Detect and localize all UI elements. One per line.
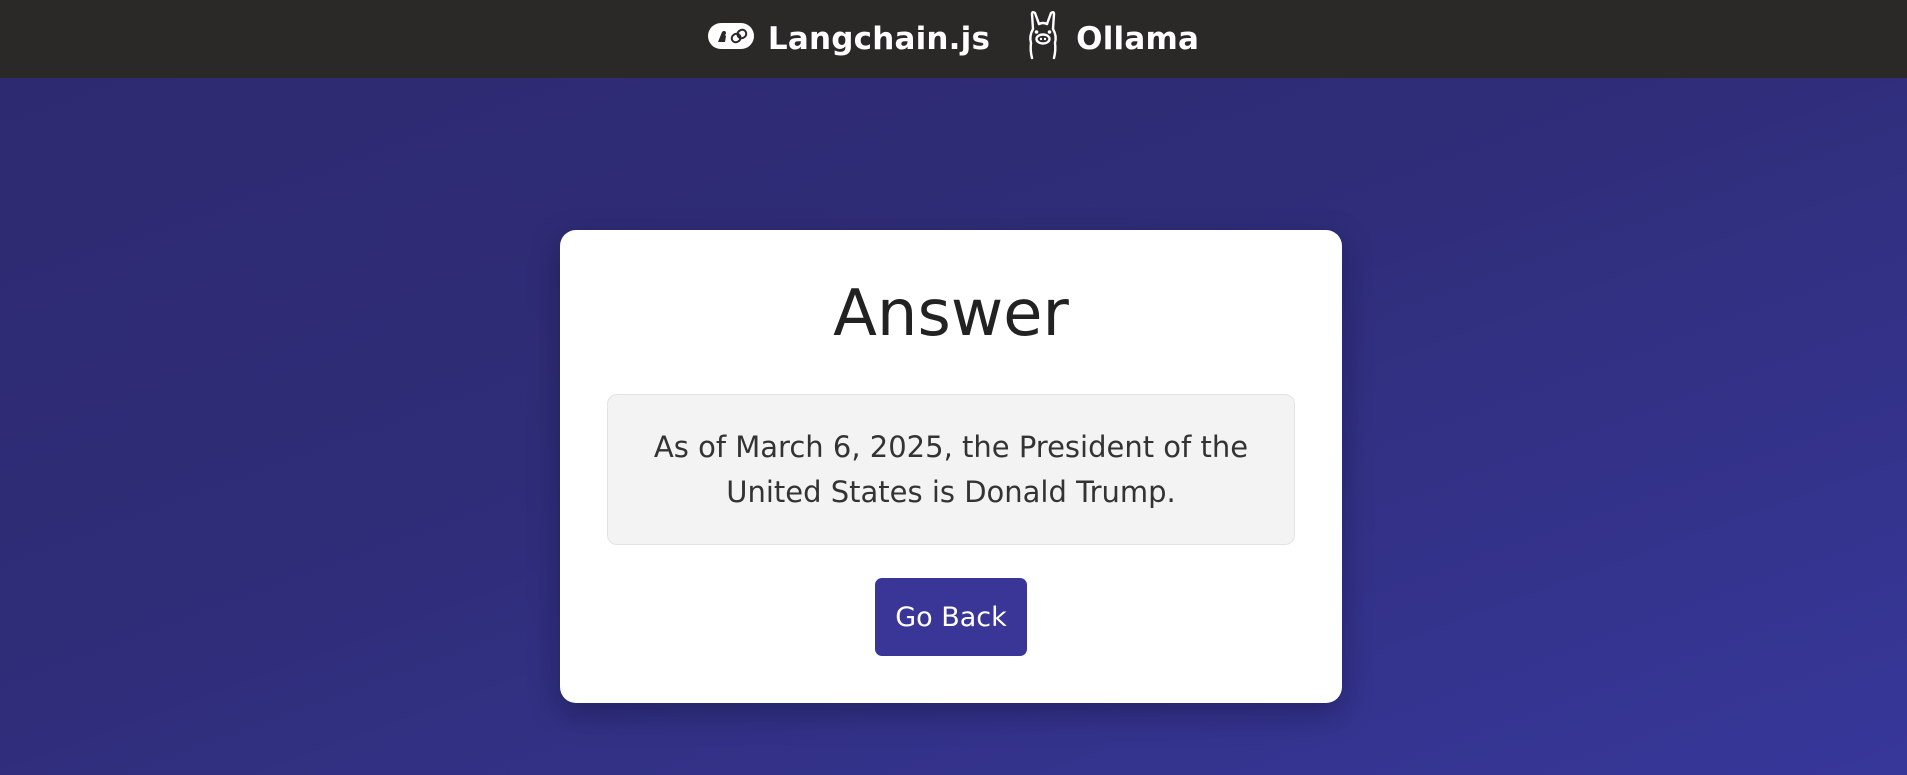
brand-ollama: Ollama [1024,10,1199,68]
page-title: Answer [833,277,1069,351]
answer-text: As of March 6, 2025, the President of th… [653,429,1249,509]
go-back-button[interactable]: Go Back [875,578,1027,656]
answer-card: Answer As of March 6, 2025, the Presiden… [560,230,1342,703]
brand-langchain-label: Langchain.js [767,21,991,57]
llama-icon [1024,10,1062,68]
answer-box: As of March 6, 2025, the President of th… [607,394,1295,545]
brand-ollama-label: Ollama [1076,21,1200,57]
brand-langchain: Langchain.js [707,21,991,57]
langchain-icon [707,21,754,57]
top-bar: Langchain.js Ollama [0,0,1907,78]
